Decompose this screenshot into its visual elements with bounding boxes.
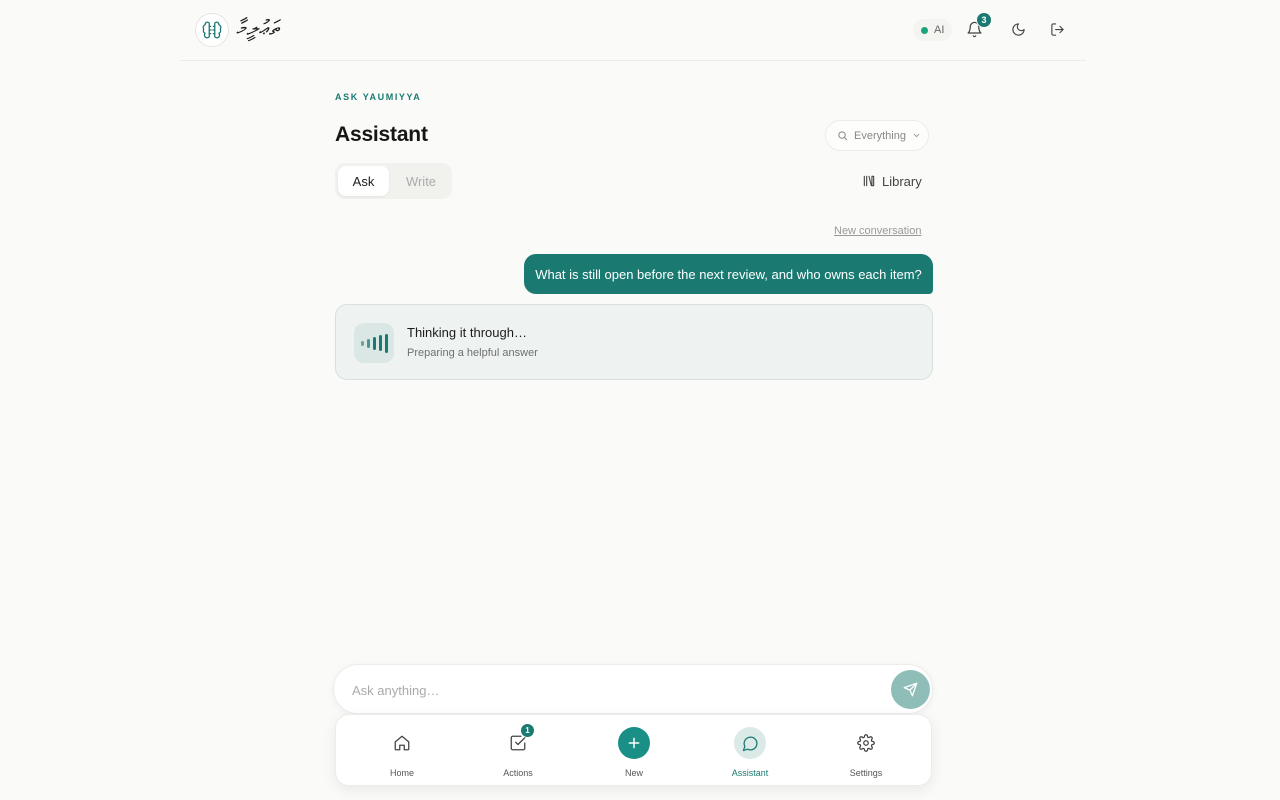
nav-label-settings: Settings — [849, 768, 883, 778]
logout-icon — [1050, 22, 1064, 36]
nav-label-home: Home — [389, 768, 414, 778]
ai-label: AI — [934, 24, 945, 36]
tab-write[interactable]: Write — [393, 166, 449, 196]
nav-item-actions[interactable]: 1 Actions — [473, 715, 563, 787]
user-message-bubble: What is still open before the next revie… — [524, 254, 933, 294]
page-title: Assistant — [335, 123, 428, 146]
chevron-down-icon — [913, 133, 920, 138]
audio-bars-icon — [354, 323, 394, 363]
send-icon — [903, 682, 918, 697]
status-dot-icon — [921, 26, 928, 34]
moon-icon — [1011, 22, 1025, 36]
mode-segmented-control: Ask Write — [335, 163, 452, 199]
scope-select-value: Everything — [854, 129, 906, 142]
theme-toggle-button[interactable] — [1007, 18, 1029, 40]
nav-item-home[interactable]: Home — [357, 715, 447, 787]
nav-item-assistant[interactable]: Assistant — [705, 715, 795, 787]
tab-ask[interactable]: Ask — [338, 166, 389, 196]
home-icon — [394, 735, 410, 751]
nav-item-settings[interactable]: Settings — [821, 715, 911, 787]
notifications-button[interactable]: 3 — [963, 12, 992, 40]
section-eyebrow: ASK YAUMIYYA — [335, 92, 422, 102]
notification-count-badge: 3 — [976, 12, 992, 28]
nav-item-new[interactable]: New — [589, 715, 679, 787]
logout-button[interactable] — [1046, 18, 1068, 40]
nav-label-actions: Actions — [503, 768, 533, 778]
assistant-thinking-card: Thinking it through… Preparing a helpful… — [335, 304, 933, 380]
send-button[interactable] — [891, 670, 930, 709]
plus-icon — [628, 737, 640, 749]
nav-label-assistant: Assistant — [731, 768, 769, 778]
ai-status-pill[interactable]: AI — [913, 19, 953, 41]
top-header: ތަޢުލީމާ AI 3 — [180, 0, 1086, 61]
brand-wordmark: ތަޢުލީމާ — [236, 16, 281, 40]
scope-select[interactable]: Everything — [825, 120, 929, 151]
chat-bubble-icon — [742, 736, 757, 751]
gear-icon — [857, 734, 875, 752]
message-composer — [333, 664, 933, 714]
nav-label-new: New — [624, 768, 643, 778]
library-label: Library — [882, 173, 922, 189]
brain-logo-icon[interactable] — [195, 13, 229, 47]
library-icon — [863, 175, 875, 187]
bottom-navigation: Home 1 Actions New Assistant Settings — [335, 714, 932, 786]
thinking-subtitle: Preparing a helpful answer — [407, 347, 538, 359]
thinking-title: Thinking it through… — [407, 325, 527, 340]
ask-input[interactable] — [352, 679, 872, 701]
new-conversation-link[interactable]: New conversation — [834, 225, 921, 237]
library-button[interactable]: Library — [862, 172, 922, 190]
search-icon — [838, 131, 848, 141]
actions-count-badge: 1 — [520, 723, 535, 738]
